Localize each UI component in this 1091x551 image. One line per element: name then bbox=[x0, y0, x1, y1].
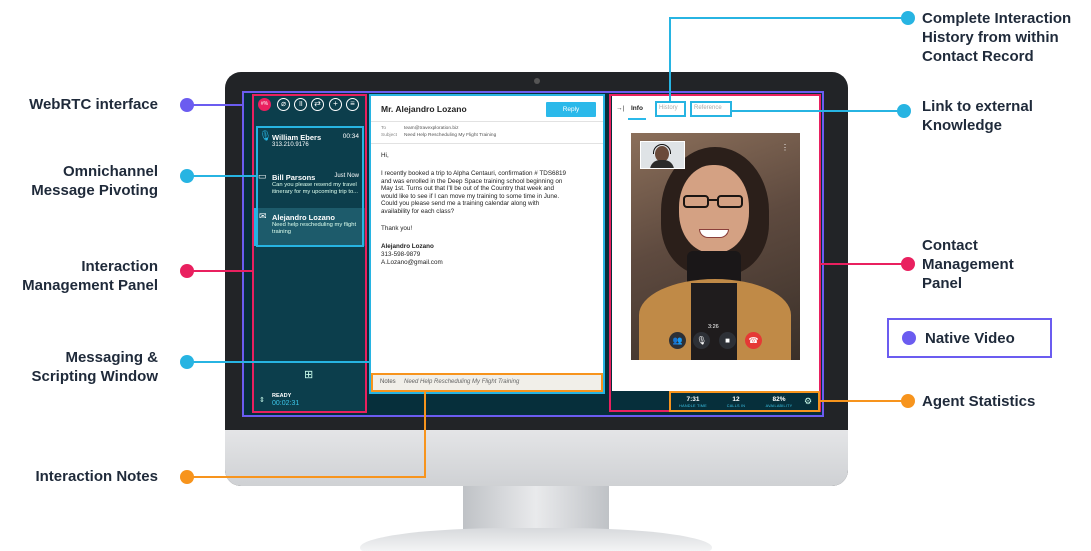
connector-dot bbox=[901, 11, 915, 25]
messaging-highlight-box bbox=[369, 94, 605, 394]
callout-history: Complete Interaction History from within… bbox=[922, 10, 1072, 65]
callout-interaction-management: Interaction Management Panel bbox=[22, 258, 158, 294]
connector-line bbox=[187, 175, 258, 177]
connector-line bbox=[669, 17, 903, 19]
legend-dot bbox=[902, 331, 916, 345]
monitor-neck bbox=[463, 486, 609, 530]
webcam bbox=[534, 78, 540, 84]
monitor-base bbox=[360, 528, 712, 551]
callout-omnichannel: Omnichannel Message Pivoting bbox=[31, 163, 158, 199]
connector-line bbox=[187, 270, 253, 272]
notes-highlight-box bbox=[371, 373, 603, 392]
callout-webrtc: WebRTC interface bbox=[29, 96, 158, 113]
history-tab-highlight-box bbox=[655, 101, 686, 117]
connector-line bbox=[424, 392, 426, 478]
connector-line bbox=[820, 400, 903, 402]
callout-contact-management: Contact Management Panel bbox=[922, 237, 1014, 292]
connector-line bbox=[732, 110, 899, 112]
callout-native-video: Native Video bbox=[925, 330, 1015, 347]
callout-agent-statistics: Agent Statistics bbox=[922, 393, 1036, 410]
connector-line bbox=[187, 476, 425, 478]
contact-panel-highlight-box bbox=[609, 94, 821, 412]
connector-dot bbox=[901, 257, 915, 271]
callout-messaging: Messaging & Scripting Window bbox=[31, 349, 158, 385]
reference-tab-highlight-box bbox=[690, 101, 732, 117]
omnichannel-highlight-box bbox=[256, 126, 364, 247]
callout-notes: Interaction Notes bbox=[35, 468, 158, 485]
connector-line bbox=[821, 263, 903, 265]
connector-dot bbox=[897, 104, 911, 118]
callout-knowledge: Link to external Knowledge bbox=[922, 98, 1033, 134]
connector-line bbox=[187, 104, 244, 106]
stats-highlight-box bbox=[669, 391, 820, 412]
connector-line bbox=[669, 17, 671, 102]
connector-line bbox=[187, 361, 370, 363]
connector-dot bbox=[901, 394, 915, 408]
